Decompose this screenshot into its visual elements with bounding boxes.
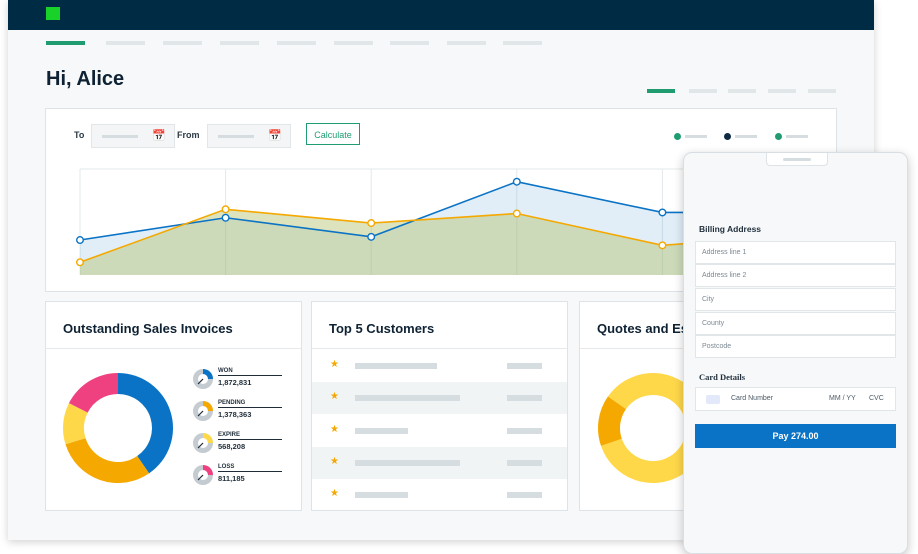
stat-name: EXPIRE: [218, 432, 241, 438]
invoices-donut-slice-4: [68, 373, 118, 413]
data-point: [367, 219, 376, 228]
star-icon: ★: [330, 456, 339, 467]
gauge-icon: [193, 369, 213, 389]
credit-card-icon: [706, 395, 720, 404]
invoices-donut-slice-2: [65, 438, 150, 483]
data-point: [76, 236, 85, 245]
nav-item-6[interactable]: [334, 41, 373, 45]
city-field[interactable]: City: [695, 288, 896, 311]
list-item[interactable]: ★: [312, 479, 567, 511]
logo-icon[interactable]: [46, 7, 60, 20]
stat-value: 811,185: [218, 474, 245, 483]
customers-card: Top 5 Customers ★ ★ ★ ★ ★: [311, 301, 568, 511]
list-item[interactable]: ★: [312, 415, 567, 447]
stat-name: PENDING: [218, 400, 246, 406]
nav-item-1[interactable]: [46, 41, 85, 45]
data-point: [76, 258, 85, 267]
nav-item-2[interactable]: [106, 41, 145, 45]
address-line2-field[interactable]: Address line 2: [695, 264, 896, 287]
stat-name: WON: [218, 368, 233, 374]
cvc-placeholder: CVC: [869, 395, 884, 402]
tab-5[interactable]: [808, 89, 836, 93]
data-point: [512, 177, 521, 186]
list-item[interactable]: ★: [312, 382, 567, 414]
card-details-title: Card Details: [699, 372, 746, 382]
stat-value: 1,872,831: [218, 378, 252, 387]
postcode-field[interactable]: Postcode: [695, 335, 896, 358]
star-icon: ★: [330, 391, 339, 402]
customers-title: Top 5 Customers: [329, 321, 435, 336]
stat-name: LOSS: [218, 464, 235, 470]
card-details-field[interactable]: Card Number MM / YY CVC: [695, 387, 896, 411]
invoices-card: Outstanding Sales Invoices WON 1,872,831…: [45, 301, 302, 511]
star-icon: ★: [330, 359, 339, 370]
star-icon: ★: [330, 424, 339, 435]
nav-item-5[interactable]: [277, 41, 316, 45]
invoices-donut: [63, 373, 173, 483]
address-line1-field[interactable]: Address line 1: [695, 241, 896, 264]
top-bar: [8, 0, 874, 30]
stat-value: 1,378,363: [218, 410, 252, 419]
nav-item-8[interactable]: [447, 41, 486, 45]
gauge-icon: [193, 401, 213, 421]
nav-item-9[interactable]: [503, 41, 542, 45]
phone-notch: [766, 153, 828, 166]
gauge-icon: [193, 433, 213, 453]
expiry-placeholder: MM / YY: [829, 395, 856, 402]
data-point: [658, 208, 667, 217]
nav-item-3[interactable]: [163, 41, 202, 45]
tab-1[interactable]: [647, 89, 675, 93]
tab-4[interactable]: [768, 89, 796, 93]
tab-2[interactable]: [689, 89, 717, 93]
nav-item-7[interactable]: [390, 41, 429, 45]
gauge-icon: [193, 465, 213, 485]
list-item[interactable]: ★: [312, 350, 567, 382]
pay-button[interactable]: Pay 274.00: [695, 424, 896, 448]
list-item[interactable]: ★: [312, 447, 567, 479]
data-point: [658, 241, 667, 250]
nav-item-4[interactable]: [220, 41, 259, 45]
payment-phone: Billing Address Address line 1 Address l…: [683, 152, 908, 554]
invoices-title: Outstanding Sales Invoices: [63, 321, 233, 336]
data-point: [221, 205, 230, 214]
data-point: [221, 213, 230, 222]
invoices-donut-slice-1: [118, 373, 173, 474]
data-point: [512, 209, 521, 218]
tab-3[interactable]: [728, 89, 756, 93]
page-title: Hi, Alice: [46, 68, 125, 90]
billing-title: Billing Address: [699, 224, 762, 234]
quotes-title: Quotes and Es: [597, 321, 689, 336]
county-field[interactable]: County: [695, 312, 896, 335]
data-point: [367, 232, 376, 241]
stat-value: 568,208: [218, 442, 246, 451]
card-number-placeholder: Card Number: [731, 395, 774, 402]
star-icon: ★: [330, 488, 339, 499]
